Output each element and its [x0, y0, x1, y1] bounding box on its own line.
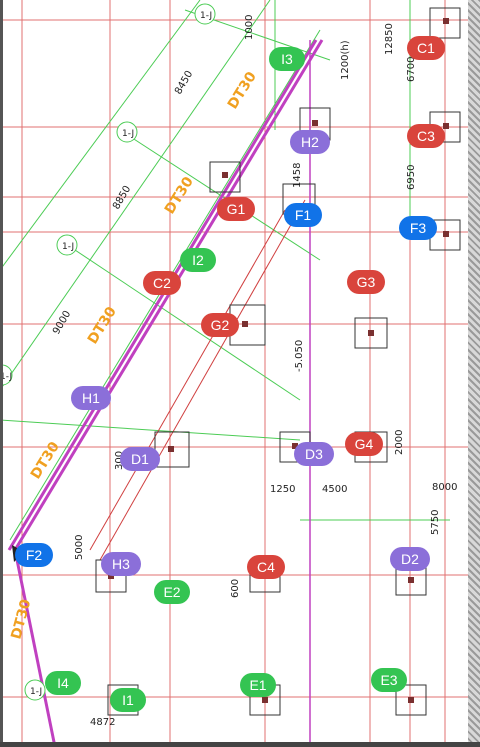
dim-1250: 1250: [270, 484, 295, 495]
axis-label-3: 1-J: [62, 242, 74, 252]
dim-6950: 6950: [406, 165, 417, 190]
marker-f3[interactable]: F3: [399, 216, 437, 240]
marker-f2[interactable]: F2: [15, 543, 53, 567]
dim-4872: 4872: [90, 717, 115, 728]
marker-i1[interactable]: I1: [110, 688, 146, 712]
marker-d1[interactable]: D1: [120, 447, 160, 471]
marker-c3[interactable]: C3: [407, 124, 445, 148]
dim-8450: 8450: [173, 69, 195, 97]
axis-label-1: 1-J: [200, 11, 212, 21]
marker-c1[interactable]: C1: [407, 36, 445, 60]
magenta-beam: [7, 39, 324, 747]
marker-e2[interactable]: E2: [154, 580, 190, 604]
dim-1200: 1200(h): [340, 40, 351, 80]
right-hatch-border: [468, 0, 480, 747]
dim-9000: 9000: [51, 309, 73, 337]
marker-f1[interactable]: F1: [284, 203, 322, 227]
svg-text:DT30: DT30: [225, 69, 260, 112]
marker-g2[interactable]: G2: [201, 313, 239, 337]
dim-4500: 4500: [322, 484, 347, 495]
left-border: [0, 0, 3, 747]
bottom-border: [0, 742, 480, 747]
dim-1458: 1458: [292, 163, 303, 188]
dim-5000: 5000: [74, 535, 85, 560]
marker-h3[interactable]: H3: [101, 552, 141, 576]
marker-e3[interactable]: E3: [371, 668, 407, 692]
svg-text:DT30: DT30: [162, 174, 197, 217]
marker-i3[interactable]: I3: [269, 47, 305, 71]
axis-label-2: 1-J: [122, 129, 134, 139]
marker-h1[interactable]: H1: [71, 386, 111, 410]
dim-1000: 1000: [244, 15, 255, 40]
marker-g3[interactable]: G3: [347, 270, 385, 294]
marker-g4[interactable]: G4: [345, 432, 383, 456]
green-axis-lines: [0, 0, 450, 541]
marker-c4[interactable]: C4: [247, 555, 285, 579]
axis-label-5: 1-J: [30, 687, 42, 697]
dim-minus-5050: -5.050: [294, 340, 305, 372]
dim-12850: 12850: [384, 23, 395, 55]
marker-e1[interactable]: E1: [240, 673, 276, 697]
marker-g1[interactable]: G1: [217, 197, 255, 221]
dim-8000: 8000: [432, 482, 457, 493]
dim-6700: 6700: [406, 57, 417, 82]
vertical-grid-lines: [21, 0, 446, 747]
screen: DT30 DT30 DT30 DT30 DT30 12850 6700 6950…: [0, 0, 480, 747]
dim-2000: 2000: [394, 430, 405, 455]
cad-drawing: DT30 DT30 DT30 DT30 DT30 12850 6700 6950…: [0, 0, 470, 747]
dim-5750: 5750: [430, 510, 441, 535]
marker-d2[interactable]: D2: [390, 547, 430, 571]
marker-c2[interactable]: C2: [143, 271, 181, 295]
marker-h2[interactable]: H2: [290, 130, 330, 154]
marker-i4[interactable]: I4: [45, 671, 81, 695]
svg-text:DT30: DT30: [85, 304, 120, 347]
marker-d3[interactable]: D3: [294, 442, 334, 466]
dim-8850: 8850: [111, 184, 133, 212]
dim-600: 600: [230, 579, 241, 598]
marker-i2[interactable]: I2: [180, 248, 216, 272]
